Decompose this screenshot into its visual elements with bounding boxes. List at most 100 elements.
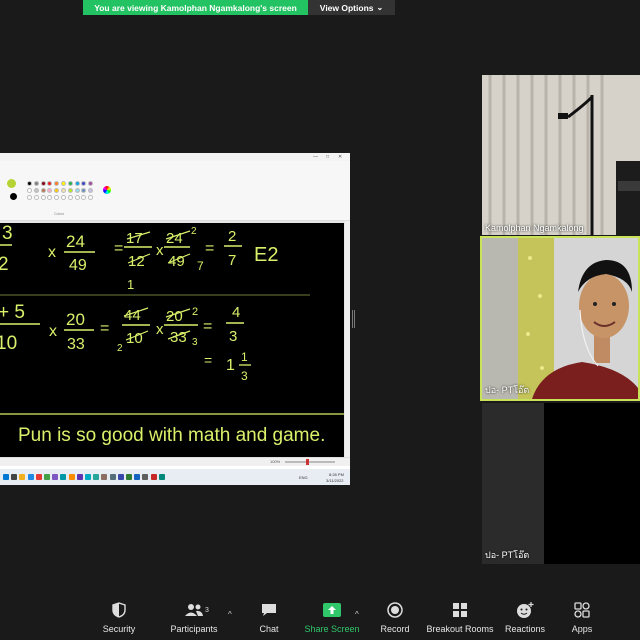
taskbar-app-icon[interactable] <box>60 474 67 480</box>
paint-canvas: 3 2 x 24 49 = 17 12 1 x 24 2 49 7 = 2 7 … <box>0 223 344 457</box>
taskbar-app-icon[interactable] <box>117 474 124 480</box>
record-button[interactable]: Record <box>376 600 414 640</box>
palette-swatch[interactable] <box>54 181 60 186</box>
math-text: 49 <box>69 257 87 274</box>
chat-button[interactable]: Chat <box>252 600 286 640</box>
taskbar-app-icon[interactable] <box>68 474 75 480</box>
zoom-slider[interactable] <box>285 459 335 465</box>
palette-swatch[interactable] <box>61 181 66 186</box>
taskbar-app-icon[interactable] <box>101 474 108 480</box>
record-icon <box>387 600 403 620</box>
palette-swatch[interactable] <box>47 195 53 200</box>
taskbar-app-icon[interactable] <box>126 474 132 480</box>
math-text: 2 <box>117 343 123 354</box>
shared-screen[interactable]: — □ ✕ Colors 3 2 x 24 49 = 17 12 1 x 24 … <box>0 153 350 485</box>
palette-swatch[interactable] <box>67 181 73 186</box>
color1-swatch <box>7 179 16 188</box>
palette-swatch[interactable] <box>27 195 32 200</box>
palette-swatch[interactable] <box>40 181 46 186</box>
palette-swatch[interactable] <box>74 195 80 200</box>
math-text: 7 <box>197 259 204 273</box>
participants-label: Participants <box>170 624 218 634</box>
breakout-rooms-button[interactable]: Breakout Rooms <box>426 600 494 640</box>
zoom-slider-thumb[interactable] <box>306 459 309 465</box>
apps-label: Apps <box>571 624 593 634</box>
speaker-video-image <box>482 238 638 399</box>
palette-swatch[interactable] <box>61 188 66 193</box>
palette-swatch[interactable] <box>88 195 94 200</box>
view-options-label: View Options <box>319 2 374 13</box>
taskbar-app-icon[interactable] <box>52 474 59 480</box>
video-tile-self[interactable]: ปอ- PTโอ๊ต <box>482 403 544 564</box>
palette-swatch[interactable] <box>81 188 87 193</box>
math-text: 1 <box>241 350 248 364</box>
reactions-button[interactable]: Reactions <box>504 600 546 640</box>
math-text: 20 <box>66 310 85 329</box>
taskbar-app-icon[interactable] <box>85 474 91 480</box>
viewing-screen-label: You are viewing Kamolphan Ngamkalong's s… <box>83 0 308 15</box>
taskbar-app-icon[interactable] <box>11 474 18 480</box>
chat-bubble-icon <box>261 600 277 620</box>
math-text: 33 <box>67 336 85 353</box>
palette-swatch[interactable] <box>74 188 80 193</box>
video-tile-kamolphan[interactable]: Kamolphan Ngamkalong <box>482 75 640 235</box>
palette-swatch[interactable] <box>74 181 80 186</box>
canvas-scrollbar[interactable] <box>345 221 350 466</box>
palette-swatch[interactable] <box>88 188 94 193</box>
taskbar-app-icon[interactable] <box>35 474 42 480</box>
math-text: 3 <box>241 369 248 383</box>
share-screen-button[interactable]: Share Screen <box>302 600 362 640</box>
taskbar-app-icon[interactable] <box>44 474 50 480</box>
view-options-button[interactable]: View Options ⌄ <box>308 0 395 15</box>
palette-swatch[interactable] <box>27 188 32 193</box>
taskbar-app-icon[interactable] <box>27 474 34 480</box>
taskbar-app-icon[interactable] <box>134 474 141 480</box>
palette-swatch[interactable] <box>61 195 66 200</box>
palette-swatch[interactable] <box>67 188 73 193</box>
palette-swatch[interactable] <box>33 195 39 200</box>
splitter-handle[interactable] <box>352 310 355 328</box>
palette-swatch[interactable] <box>33 181 39 186</box>
palette-swatch[interactable] <box>47 188 53 193</box>
palette-swatch[interactable] <box>67 195 73 200</box>
palette-swatch[interactable] <box>40 188 46 193</box>
colors-group-label: Colors <box>54 212 65 216</box>
taskbar-app-icon[interactable] <box>76 474 83 480</box>
palette-swatch[interactable] <box>33 188 39 193</box>
math-text: = <box>114 240 123 257</box>
palette-swatch[interactable] <box>54 188 60 193</box>
taskbar-app-icon[interactable] <box>150 474 157 480</box>
taskbar-date: 3/11/2022 <box>326 478 344 483</box>
participants-count: 3 <box>205 607 209 614</box>
apps-button[interactable]: Apps <box>566 600 598 640</box>
taskbar-app-icon[interactable] <box>19 474 26 480</box>
palette-swatch[interactable] <box>81 181 87 186</box>
taskbar-app-icon[interactable] <box>3 474 9 480</box>
taskbar-app-icon[interactable] <box>109 474 116 480</box>
palette-swatch[interactable] <box>81 195 87 200</box>
participant-name: Kamolphan Ngamkalong <box>485 223 584 233</box>
security-button[interactable]: Security <box>99 600 139 640</box>
share-screen-caret-icon[interactable]: ^ <box>355 610 359 619</box>
video-tile-active-speaker[interactable]: ปอ- PTโอ๊ต <box>480 236 640 401</box>
math-text: 3 <box>229 328 237 345</box>
participant-name: ปอ- PTโอ๊ต <box>485 550 530 560</box>
share-screen-label: Share Screen <box>304 624 360 634</box>
math-text: = <box>100 320 109 337</box>
participants-button[interactable]: Participants <box>168 600 220 640</box>
share-screen-icon <box>323 600 341 620</box>
taskbar-app-icon[interactable] <box>158 474 165 480</box>
taskbar-language: ENG <box>299 475 308 480</box>
palette-swatch[interactable] <box>40 195 46 200</box>
taskbar-app-icon[interactable] <box>93 474 100 480</box>
edit-colors-icon <box>103 186 111 194</box>
palette-swatch[interactable] <box>88 181 94 186</box>
palette-swatch[interactable] <box>47 181 53 186</box>
smiley-plus-icon <box>516 600 534 620</box>
taskbar-app-icon[interactable] <box>142 474 149 480</box>
palette-swatch[interactable] <box>54 195 60 200</box>
record-label: Record <box>380 624 410 634</box>
people-icon <box>184 600 204 620</box>
palette-swatch[interactable] <box>27 181 32 186</box>
participants-caret-icon[interactable]: ^ <box>228 610 232 619</box>
